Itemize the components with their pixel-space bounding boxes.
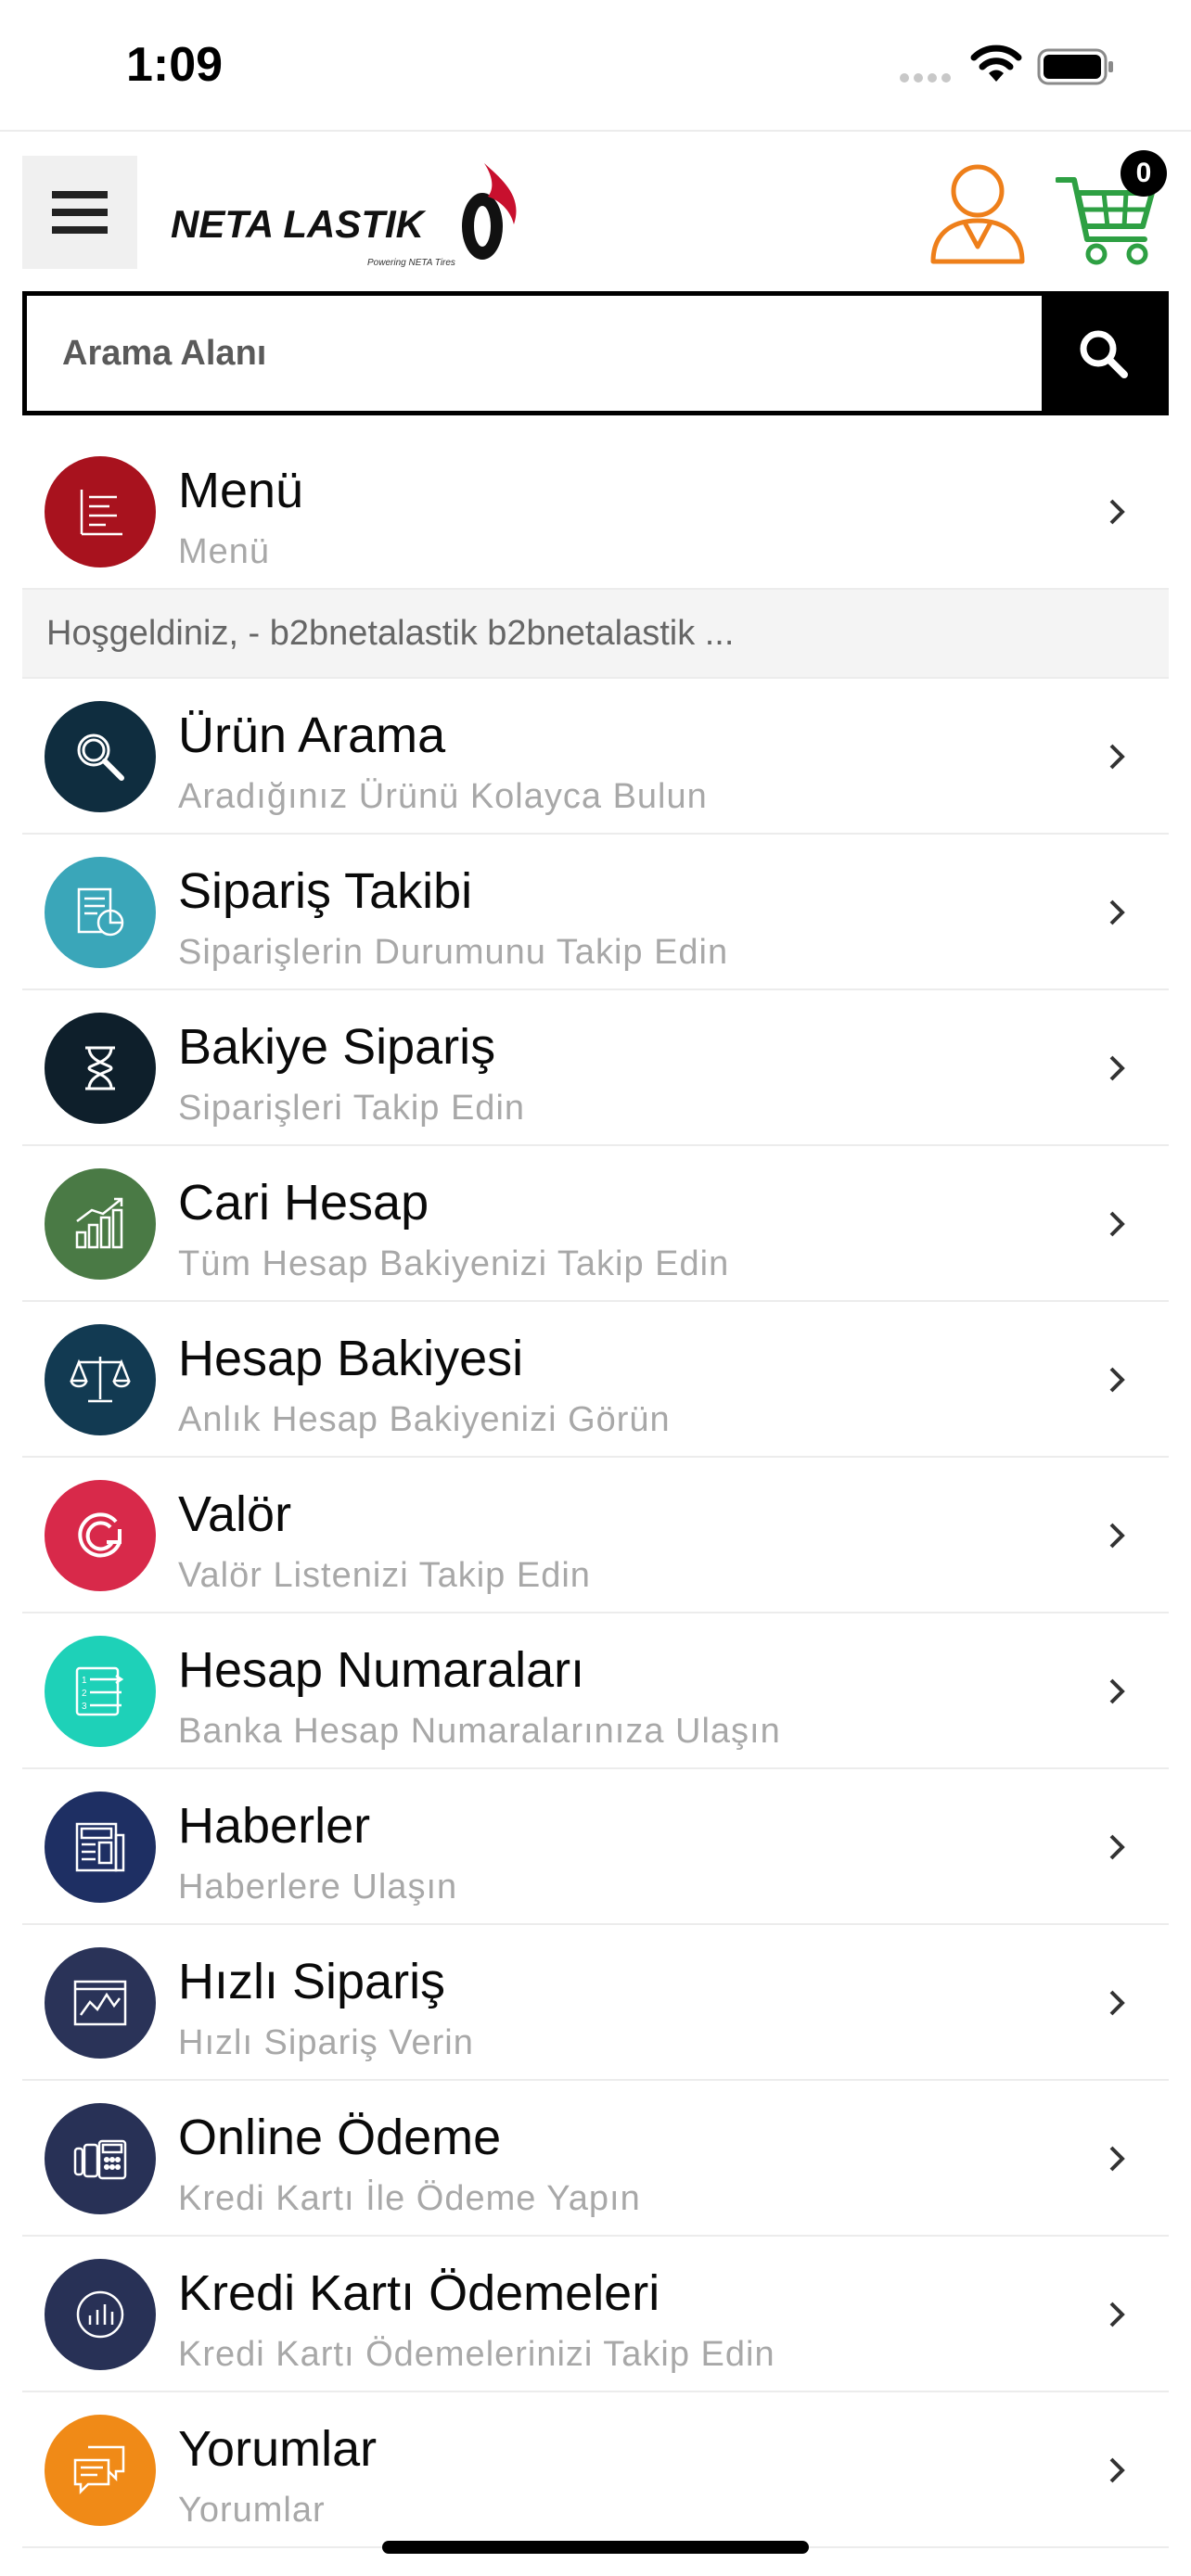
row-title: Hesap Numaraları: [178, 1642, 585, 1698]
row-subtitle: Valör Listenizi Takip Edin: [178, 1556, 591, 1595]
signal-icon: [900, 73, 951, 83]
row-subtitle: Kredi Kartı İle Ödeme Yapın: [178, 2179, 641, 2218]
svg-text:Powering NETA Tires: Powering NETA Tires: [367, 258, 455, 268]
row-title: Ürün Arama: [178, 708, 446, 763]
cart-count-badge: 0: [1121, 150, 1167, 197]
wifi-icon: [970, 45, 1022, 82]
row-subtitle: Tüm Hesap Bakiyenizi Takip Edin: [178, 1244, 730, 1283]
chevron-right-icon: [1109, 1211, 1125, 1237]
cart-button[interactable]: 0: [1056, 150, 1167, 265]
comments-icon: [45, 2415, 156, 2526]
menu-item-kredi-karti-odemeleri[interactable]: Kredi Kartı Ödemeleri Kredi Kartı Ödemel…: [22, 2237, 1169, 2392]
menu-item-online-odeme[interactable]: Online Ödeme Kredi Kartı İle Ödeme Yapın: [22, 2081, 1169, 2237]
chevron-right-icon: [1109, 744, 1125, 770]
svg-text:2: 2: [82, 1689, 87, 1699]
row-title: Hesap Bakiyesi: [178, 1331, 524, 1386]
row-subtitle: Siparişleri Takip Edin: [178, 1089, 526, 1128]
newspaper-icon: [45, 1792, 156, 1903]
list-icon: [45, 456, 156, 567]
hourglass-icon: [45, 1013, 156, 1124]
row-subtitle: Siparişlerin Durumunu Takip Edin: [178, 933, 729, 972]
search-icon: [1080, 330, 1128, 378]
user-icon: [930, 164, 1025, 264]
row-title: Online Ödeme: [178, 2110, 502, 2165]
chevron-right-icon: [1109, 2457, 1125, 2483]
menu-item-hesap-bakiyesi[interactable]: Hesap Bakiyesi Anlık Hesap Bakiyenizi Gö…: [22, 1302, 1169, 1458]
chevron-right-icon: [1109, 1523, 1125, 1549]
bar-chart-icon: [45, 1168, 156, 1280]
refresh-circle-icon: [45, 1480, 156, 1591]
chart-circle-icon: [45, 2259, 156, 2370]
search-bar: [22, 291, 1169, 415]
row-subtitle: Menü: [178, 532, 271, 571]
menu-item-urun-arama[interactable]: Ürün Arama Aradığınız Ürünü Kolayca Bulu…: [22, 679, 1169, 835]
line-chart-icon: [45, 1947, 156, 2059]
row-subtitle: Haberlere Ulaşın: [178, 1868, 458, 1906]
row-title: Cari Hesap: [178, 1175, 429, 1231]
row-title: Menü: [178, 463, 304, 518]
menu-item-siparis-takibi[interactable]: Sipariş Takibi Siparişlerin Durumunu Tak…: [22, 835, 1169, 990]
scales-icon: [45, 1324, 156, 1435]
menu-header-row[interactable]: Menü Menü: [22, 434, 1169, 590]
svg-text:1: 1: [82, 1676, 87, 1686]
row-title: Kredi Kartı Ödemeleri: [178, 2265, 660, 2321]
chevron-right-icon: [1109, 1834, 1125, 1860]
chevron-right-icon: [1109, 899, 1125, 925]
order-tracking-icon: [45, 857, 156, 968]
row-subtitle: Anlık Hesap Bakiyenizi Görün: [178, 1400, 671, 1439]
search-button[interactable]: [1042, 296, 1164, 411]
row-title: Sipariş Takibi: [178, 863, 473, 919]
welcome-banner: Hoşgeldiniz, - b2bnetalastik b2bnetalast…: [22, 590, 1169, 679]
menu-item-bakiye-siparis[interactable]: Bakiye Sipariş Siparişleri Takip Edin: [22, 990, 1169, 1146]
pos-terminal-icon: [45, 2103, 156, 2214]
row-subtitle: Aradığınız Ürünü Kolayca Bulun: [178, 777, 708, 816]
row-subtitle: Hızlı Sipariş Verin: [178, 2023, 474, 2062]
row-subtitle: Yorumlar: [178, 2491, 326, 2530]
brand-logo[interactable]: NETA LASTIK Powering NETA Tires: [169, 159, 521, 271]
menu-item-haberler[interactable]: Haberler Haberlere Ulaşın: [22, 1769, 1169, 1925]
row-title: Haberler: [178, 1798, 371, 1854]
menu-item-hizli-siparis[interactable]: Hızlı Sipariş Hızlı Sipariş Verin: [22, 1925, 1169, 2081]
logo-graphic: NETA LASTIK Powering NETA Tires: [171, 163, 517, 268]
status-time: 1:09: [126, 38, 224, 92]
hamburger-icon: [52, 191, 108, 234]
numbered-list-icon: 1 2 3: [45, 1636, 156, 1747]
magnifier-icon: [45, 701, 156, 812]
battery-icon: [1037, 48, 1113, 85]
menu-list: Menü Menü Hoşgeldiniz, - b2bnetalastik b…: [22, 434, 1169, 2548]
row-title: Valör: [178, 1486, 292, 1542]
user-account-button[interactable]: [928, 161, 1028, 265]
chevron-right-icon: [1109, 1678, 1125, 1704]
chevron-right-icon: [1109, 2146, 1125, 2172]
home-indicator[interactable]: [382, 2541, 809, 2554]
search-input[interactable]: [27, 296, 1042, 411]
chevron-right-icon: [1109, 499, 1125, 525]
chevron-right-icon: [1109, 1367, 1125, 1393]
row-subtitle: Banka Hesap Numaralarınıza Ulaşın: [178, 1712, 781, 1751]
row-title: Bakiye Sipariş: [178, 1019, 496, 1075]
chevron-right-icon: [1109, 2302, 1125, 2327]
app-header: NETA LASTIK Powering NETA Tires 0: [0, 134, 1191, 291]
hamburger-menu-button[interactable]: [22, 156, 137, 269]
row-title: Yorumlar: [178, 2421, 378, 2477]
menu-item-yorumlar[interactable]: Yorumlar Yorumlar: [22, 2392, 1169, 2548]
menu-item-valor[interactable]: Valör Valör Listenizi Takip Edin: [22, 1458, 1169, 1613]
chevron-right-icon: [1109, 1990, 1125, 2016]
svg-text:NETA LASTIK: NETA LASTIK: [171, 202, 427, 246]
svg-text:3: 3: [82, 1702, 87, 1712]
status-bar: 1:09: [0, 0, 1191, 132]
chevron-right-icon: [1109, 1055, 1125, 1081]
menu-item-cari-hesap[interactable]: Cari Hesap Tüm Hesap Bakiyenizi Takip Ed…: [22, 1146, 1169, 1302]
menu-item-hesap-numaralari[interactable]: 1 2 3 Hesap Numaraları Banka Hesap Numar…: [22, 1613, 1169, 1769]
row-subtitle: Kredi Kartı Ödemelerinizi Takip Edin: [178, 2335, 775, 2374]
row-title: Hızlı Sipariş: [178, 1954, 446, 2009]
